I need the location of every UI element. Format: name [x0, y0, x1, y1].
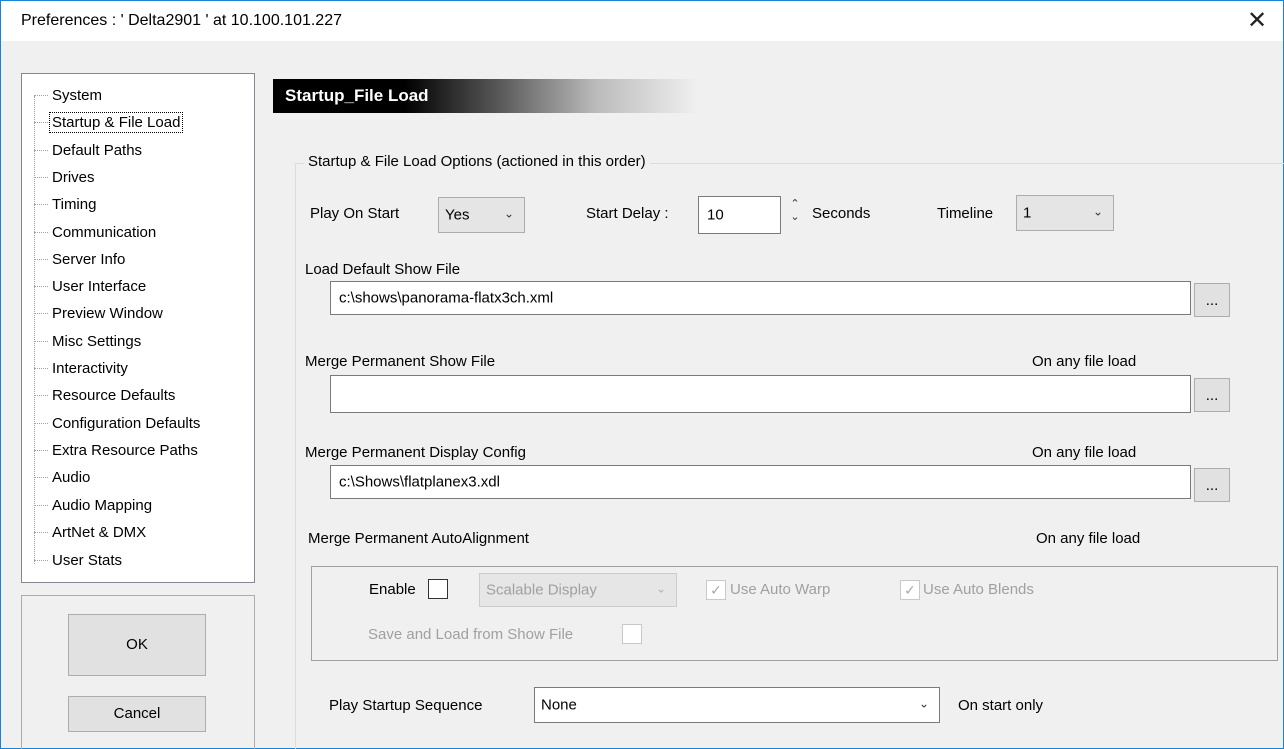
tree-item-misc-settings[interactable]: Misc Settings	[34, 328, 143, 355]
preferences-window: Preferences : ' Delta2901 ' at 10.100.10…	[0, 0, 1284, 749]
chevron-down-icon: ⌄	[655, 581, 666, 596]
tree-item-system[interactable]: System	[34, 82, 104, 109]
tree-item-timing[interactable]: Timing	[34, 191, 98, 218]
startup-sequence-label: Play Startup Sequence	[329, 697, 483, 714]
default-show-input[interactable]: c:\shows\panorama-flatx3ch.xml	[330, 281, 1191, 315]
start-delay-units: Seconds	[812, 205, 871, 222]
tree-item-artnet-dmx[interactable]: ArtNet & DMX	[34, 519, 148, 546]
play-on-start-value: Yes	[445, 206, 470, 224]
perm-display-input[interactable]: c:\Shows\flatplanex3.xdl	[330, 465, 1191, 499]
chevron-down-icon: ⌄	[918, 696, 929, 711]
tree-item-audio-mapping[interactable]: Audio Mapping	[34, 492, 154, 519]
save-load-show-file-checkbox[interactable]	[622, 624, 642, 644]
tree-item-resource-defaults[interactable]: Resource Defaults	[34, 382, 177, 409]
perm-show-note: On any file load	[1032, 353, 1137, 370]
start-delay-input[interactable]: 10	[698, 196, 781, 234]
tree-item-user-stats[interactable]: User Stats	[34, 547, 124, 574]
use-auto-blends-label: Use Auto Blends	[923, 581, 1034, 598]
tree-item-interactivity[interactable]: Interactivity	[34, 355, 130, 382]
use-auto-warp-label: Use Auto Warp	[730, 581, 831, 598]
spin-updown-icon[interactable]: ⌃ ⌄	[787, 198, 803, 232]
tree-item-startup-file-load[interactable]: Startup & File Load	[34, 109, 184, 136]
tree-item-preview-window[interactable]: Preview Window	[34, 300, 165, 327]
window-title: Preferences : ' Delta2901 ' at 10.100.10…	[21, 12, 342, 29]
tree-item-drives[interactable]: Drives	[34, 164, 97, 191]
dialog-button-box: OK Cancel	[21, 595, 255, 749]
default-show-browse-button[interactable]: ...	[1194, 283, 1230, 317]
tree-item-extra-resource-paths[interactable]: Extra Resource Paths	[34, 437, 200, 464]
tree-item-communication[interactable]: Communication	[34, 219, 158, 246]
title-bar: Preferences : ' Delta2901 ' at 10.100.10…	[1, 1, 1283, 41]
startup-sequence-select[interactable]: None ⌄	[534, 687, 940, 723]
perm-display-note: On any file load	[1032, 444, 1137, 461]
ok-button[interactable]: OK	[68, 614, 206, 676]
perm-show-input[interactable]	[330, 375, 1191, 413]
default-show-value: c:\shows\panorama-flatx3ch.xml	[339, 289, 554, 307]
preferences-tree: System Startup & File Load Default Paths…	[21, 73, 255, 583]
play-on-start-select[interactable]: Yes ⌄	[438, 197, 525, 233]
timeline-select[interactable]: 1 ⌄	[1016, 195, 1114, 231]
default-show-label: Load Default Show File	[305, 261, 461, 278]
panel-header: Startup_File Load	[273, 79, 1283, 113]
enable-checkbox[interactable]	[428, 579, 448, 599]
use-auto-warp-checkbox[interactable]: ✓	[706, 580, 726, 600]
timeline-label: Timeline	[937, 205, 994, 222]
chevron-down-icon: ⌄	[503, 206, 514, 221]
groupbox-title: Startup & File Load Options (actioned in…	[304, 153, 650, 170]
cancel-button[interactable]: Cancel	[68, 696, 206, 732]
tree-item-server-info[interactable]: Server Info	[34, 246, 127, 273]
tree-item-user-interface[interactable]: User Interface	[34, 273, 148, 300]
start-delay-value: 10	[707, 206, 724, 224]
tree-item-configuration-defaults[interactable]: Configuration Defaults	[34, 410, 202, 437]
perm-display-browse-button[interactable]: ...	[1194, 468, 1230, 502]
tree-item-default-paths[interactable]: Default Paths	[34, 137, 144, 164]
startup-sequence-note: On start only	[958, 697, 1044, 714]
start-delay-label: Start Delay :	[586, 205, 669, 222]
tree-item-audio[interactable]: Audio	[34, 464, 92, 491]
auto-alignment-mode-select[interactable]: Scalable Display ⌄	[479, 573, 677, 607]
perm-show-browse-button[interactable]: ...	[1194, 378, 1230, 412]
close-icon[interactable]: ✕	[1243, 7, 1271, 35]
play-on-start-label: Play On Start	[310, 205, 400, 222]
startup-sequence-value: None	[541, 696, 577, 714]
auto-alignment-mode-value: Scalable Display	[486, 581, 597, 599]
save-load-show-file-label: Save and Load from Show File	[368, 626, 574, 643]
perm-show-label: Merge Permanent Show File	[305, 353, 496, 370]
auto-alignment-note: On any file load	[1036, 530, 1141, 547]
auto-alignment-label: Merge Permanent AutoAlignment	[308, 530, 529, 547]
enable-label: Enable	[369, 581, 416, 598]
chevron-down-icon: ⌄	[1092, 204, 1103, 219]
perm-display-value: c:\Shows\flatplanex3.xdl	[339, 473, 500, 491]
timeline-value: 1	[1023, 204, 1032, 222]
perm-display-label: Merge Permanent Display Config	[305, 444, 526, 461]
use-auto-blends-checkbox[interactable]: ✓	[900, 580, 920, 600]
